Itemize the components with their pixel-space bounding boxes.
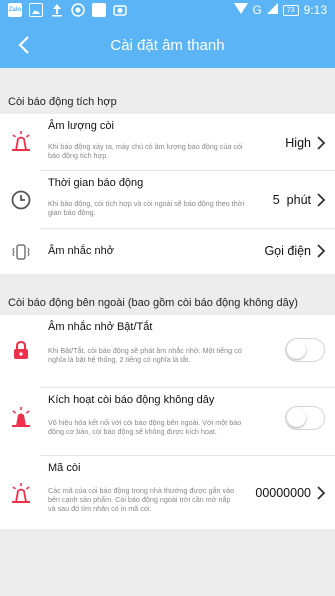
reminder-toggle-row: Âm nhắc nhở Bật/Tắt Khi Bật/Tắt, còi báo… (0, 315, 335, 387)
siren-icon (8, 128, 34, 154)
gallery-icon (29, 3, 43, 17)
siren-icon (8, 480, 34, 506)
siren-code-title: Mã còi (48, 462, 81, 474)
wireless-siren-icon (8, 404, 34, 430)
camera-icon (113, 3, 127, 17)
toggle-knob (287, 408, 306, 427)
wifi-icon (233, 3, 248, 17)
siren-volume-value: High (285, 136, 311, 150)
square-icon (92, 3, 106, 17)
section-label-external: Còi báo động bên ngoài (bao gồm còi báo … (8, 297, 298, 309)
reminder-toggle-desc: Khi Bật/Tắt, còi báo động sẽ phát âm nhắ… (48, 346, 242, 364)
page-title: Cài đặt âm thanh (110, 37, 225, 54)
status-time: 9:13 (303, 3, 327, 17)
network-type: G (252, 3, 262, 17)
siren-volume-title: Âm lượng còi (48, 120, 114, 132)
chevron-right-icon (317, 486, 326, 500)
alarm-time-row[interactable]: Thời gian báo động Khi báo động, còi tíc… (0, 171, 335, 228)
lock-icon (8, 337, 34, 363)
siren-code-desc: Các mã của còi báo động trong nhà thường… (48, 486, 235, 513)
reminder-toggle-switch[interactable] (285, 338, 325, 362)
reminder-toggle-title: Âm nhắc nhở Bật/Tắt (48, 321, 153, 333)
battery-icon: 73 (282, 4, 299, 16)
signal-icon (266, 3, 278, 17)
chevron-right-icon (317, 193, 326, 207)
wireless-siren-toggle-switch[interactable] (285, 406, 325, 430)
siren-code-row[interactable]: Mã còi Các mã của còi báo động trong nhà… (0, 456, 335, 529)
builtin-siren-card: Âm lượng còi Khi báo động xảy ra, máy ch… (0, 114, 335, 274)
alarm-time-title: Thời gian báo động (48, 177, 144, 189)
alarm-time-desc: Khi báo động, còi tích hợp và còi ngoài … (48, 199, 245, 217)
status-bar: Zalo G 73 9:13 (0, 0, 335, 23)
chevron-right-icon (317, 136, 326, 150)
wireless-siren-title: Kích hoạt còi báo động không dây (48, 394, 215, 406)
chevron-right-icon (317, 244, 326, 258)
wireless-siren-desc: Vô hiệu hóa kết nối với còi báo động bên… (48, 418, 242, 436)
vibrate-icon (8, 239, 34, 265)
clock-icon (8, 187, 34, 213)
record-icon (71, 3, 85, 17)
reminder-tone-title: Âm nhắc nhở (48, 245, 114, 257)
alarm-time-value: 5 phút (272, 193, 311, 207)
reminder-tone-value: Gọi điện (264, 244, 311, 258)
siren-volume-desc: Khi báo động xảy ra, máy chủ có âm lượng… (48, 142, 243, 160)
siren-code-value: 00000000 (255, 486, 311, 500)
header-bar: Cài đặt âm thanh (0, 23, 335, 68)
wireless-siren-row: Kích hoạt còi báo động không dây Vô hiệu… (0, 388, 335, 455)
reminder-tone-row[interactable]: Âm nhắc nhở Gọi điện (0, 229, 335, 274)
toggle-knob (287, 340, 306, 359)
upload-icon (50, 3, 64, 17)
zalo-icon: Zalo (8, 3, 22, 17)
siren-volume-row[interactable]: Âm lượng còi Khi báo động xảy ra, máy ch… (0, 114, 335, 170)
section-label-builtin: Còi báo động tích hợp (8, 96, 117, 108)
external-siren-card: Âm nhắc nhở Bật/Tắt Khi Bật/Tắt, còi báo… (0, 315, 335, 529)
